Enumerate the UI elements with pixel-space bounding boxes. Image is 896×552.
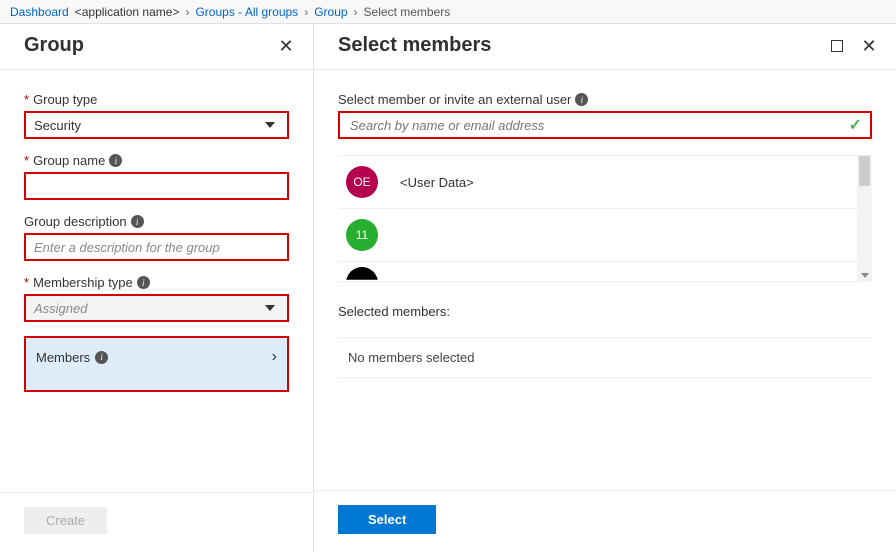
maximize-icon[interactable] [828,37,846,55]
info-icon: i [95,351,108,364]
group-type-value: Security [34,118,81,133]
group-description-input[interactable] [26,235,287,259]
info-icon[interactable]: i [137,276,150,289]
scrollbar[interactable] [857,156,872,282]
members-link-label: Members [36,350,90,365]
members-link[interactable]: Members i › [24,336,289,392]
avatar [346,267,378,282]
close-icon[interactable]: ✕ [277,37,295,55]
group-name-input[interactable] [26,174,287,198]
breadcrumb-separator: › [354,5,358,19]
required-marker: * [24,275,29,290]
group-description-label: Group description [24,214,127,229]
selected-members-label: Selected members: [338,304,872,319]
avatar: 11 [346,219,378,251]
avatar: OE [346,166,378,198]
breadcrumb-group[interactable]: Group [314,5,347,19]
breadcrumb-separator: › [185,5,189,19]
member-row[interactable]: OE <User Data> [338,156,872,209]
no-members-text: No members selected [338,337,872,378]
select-members-panel: Select members ✕ Select member or invite… [314,24,896,552]
search-label: Select member or invite an external user [338,92,571,107]
select-button[interactable]: Select [338,505,436,534]
member-name: <User Data> [400,175,474,190]
member-list: OE <User Data> 11 [338,155,872,282]
group-type-select[interactable]: Security [24,111,289,139]
group-panel: Group ✕ * Group type Security [0,24,314,552]
close-icon[interactable]: ✕ [860,37,878,55]
required-marker: * [24,92,29,107]
membership-type-value: Assigned [34,301,87,316]
breadcrumb-groups-all[interactable]: Groups - All groups [195,5,298,19]
group-panel-title: Group [24,34,84,57]
checkmark-icon: ✓ [849,115,862,135]
breadcrumb-dashboard[interactable]: Dashboard [10,5,69,19]
member-row[interactable]: 11 [338,209,872,262]
breadcrumb: Dashboard <application name> › Groups - … [0,0,896,24]
member-search-input[interactable] [340,113,849,137]
chevron-right-icon: › [272,348,277,366]
select-members-title: Select members [338,34,491,57]
info-icon[interactable]: i [575,93,588,106]
info-icon[interactable]: i [131,215,144,228]
breadcrumb-separator: › [304,5,308,19]
chevron-down-icon [265,122,275,128]
info-icon[interactable]: i [109,154,122,167]
group-type-label: Group type [33,92,97,107]
membership-type-label: Membership type [33,275,133,290]
scrollbar-thumb[interactable] [859,156,870,186]
membership-type-select[interactable]: Assigned [24,294,289,322]
required-marker: * [24,153,29,168]
group-name-label: Group name [33,153,105,168]
scroll-down-icon[interactable] [861,273,869,278]
breadcrumb-current: Select members [364,5,451,19]
create-button[interactable]: Create [24,507,107,534]
chevron-down-icon [265,305,275,311]
breadcrumb-app-name: <application name> [75,5,180,19]
member-row[interactable] [338,262,872,282]
